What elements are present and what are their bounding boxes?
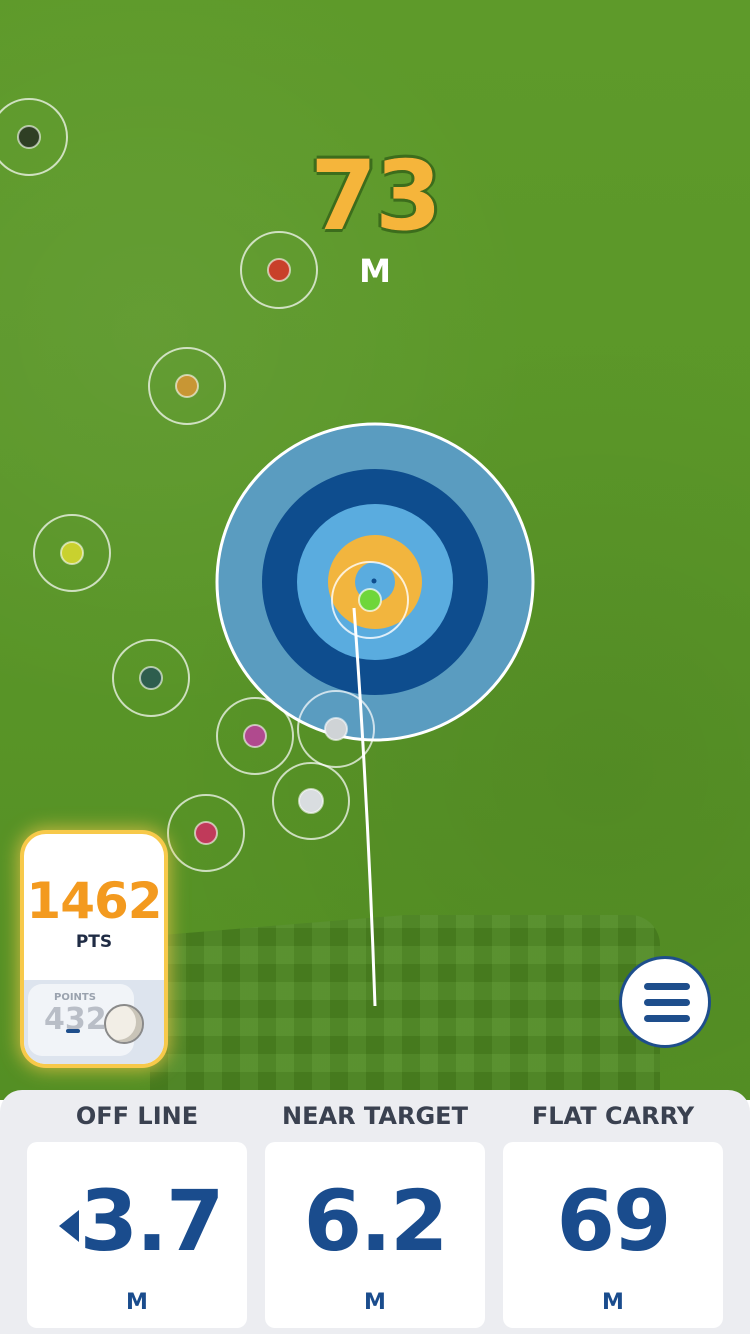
previous-points-indicator <box>66 1029 80 1033</box>
stat-unit: M <box>602 1290 624 1315</box>
stat-box: 6.2 M <box>265 1142 485 1328</box>
target[interactable] <box>215 422 535 742</box>
shot-marker[interactable] <box>272 762 350 840</box>
target-distance-value: 73 <box>310 140 442 252</box>
stat-value: 3.7 <box>79 1172 225 1270</box>
stat-box: 69 M <box>503 1142 723 1328</box>
points-card[interactable]: 1462 PTS POINTS 432 <box>24 834 164 1064</box>
shot-dot <box>139 666 163 690</box>
shot-dot <box>243 724 267 748</box>
stat-box: 3.7 M <box>27 1142 247 1328</box>
stat-unit: M <box>364 1290 386 1315</box>
shot-dot <box>194 821 218 845</box>
current-shot-dot <box>358 588 382 612</box>
previous-points-panel: POINTS 432 <box>24 980 164 1064</box>
shot-stats-panel: OFF LINE 3.7 M NEAR TARGET 6.2 M FLAT CA… <box>0 1090 750 1334</box>
shot-dot <box>60 541 84 565</box>
shot-marker[interactable] <box>33 514 111 592</box>
target-pin-marker <box>371 578 377 584</box>
shot-marker[interactable] <box>148 347 226 425</box>
points-label: PTS <box>75 932 113 952</box>
stat-unit: M <box>126 1290 148 1315</box>
stat-value: 69 <box>556 1172 672 1270</box>
target-distance-unit: M <box>359 252 391 290</box>
shot-dot <box>298 788 324 814</box>
shot-marker[interactable] <box>216 697 294 775</box>
golf-ball-icon <box>104 1004 144 1044</box>
stat-title: NEAR TARGET <box>282 1102 468 1130</box>
points-value: 1462 <box>26 872 162 930</box>
shot-marker[interactable] <box>112 639 190 717</box>
stat-value: 6.2 <box>303 1172 449 1270</box>
stat-title: FLAT CARRY <box>531 1102 695 1130</box>
shot-marker[interactable] <box>167 794 245 872</box>
shot-dot <box>324 717 348 741</box>
menu-button[interactable] <box>619 956 711 1048</box>
stat-title: OFF LINE <box>75 1102 199 1130</box>
shot-dot <box>175 374 199 398</box>
